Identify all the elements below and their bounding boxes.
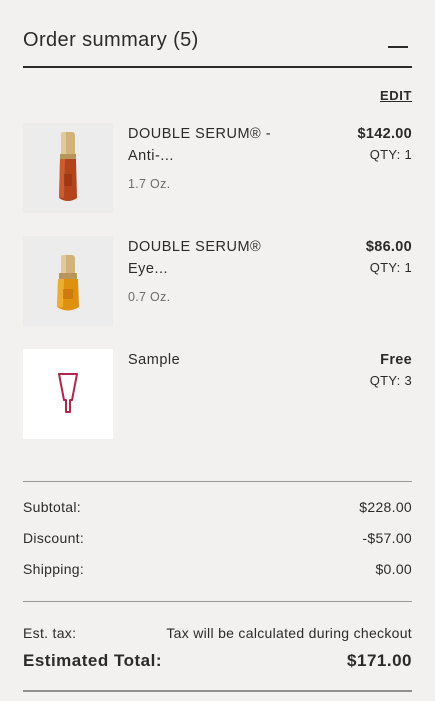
estimated-total-label: Estimated Total: — [23, 651, 162, 670]
cart-item: DOUBLE SERUM® - Anti-... 1.7 Oz. $142.00… — [23, 123, 412, 213]
divider — [23, 690, 412, 692]
tax-value: Tax will be calculated during checkout — [166, 625, 412, 641]
product-size: 1.7 Oz. — [128, 177, 171, 191]
shipping-value: $0.00 — [375, 561, 412, 577]
minus-icon — [388, 46, 408, 48]
subtotal-value: $228.00 — [359, 499, 412, 515]
eye-serum-bottle-icon — [57, 255, 79, 311]
serum-bottle-icon — [59, 132, 77, 201]
product-name[interactable]: DOUBLE SERUM® - Anti-... — [128, 123, 288, 167]
product-name[interactable]: DOUBLE SERUM® Eye... — [128, 236, 288, 280]
cart-item: Sample Free QTY: 3 — [23, 349, 412, 439]
sample-tube-icon — [58, 373, 78, 413]
product-image[interactable] — [23, 349, 113, 439]
product-qty: QTY: 1 — [369, 147, 412, 162]
edit-link[interactable]: EDIT — [380, 88, 412, 103]
product-price: $142.00 — [357, 126, 412, 142]
estimated-total-value: $171.00 — [347, 651, 412, 670]
product-size: 0.7 Oz. — [128, 290, 171, 304]
divider — [23, 481, 412, 482]
product-qty: QTY: 3 — [369, 373, 412, 388]
divider — [23, 601, 412, 602]
product-name[interactable]: Sample — [128, 349, 288, 371]
discount-label: Discount: — [23, 530, 85, 546]
product-image[interactable] — [23, 236, 113, 326]
shipping-label: Shipping: — [23, 561, 85, 577]
order-summary-header: Order summary (5) — [23, 22, 412, 68]
collapse-button[interactable] — [384, 28, 412, 54]
order-summary-title: Order summary (5) — [23, 29, 199, 51]
cart-item: DOUBLE SERUM® Eye... 0.7 Oz. $86.00 QTY:… — [23, 236, 412, 326]
tax-label: Est. tax: — [23, 625, 77, 641]
product-price: $86.00 — [365, 239, 412, 255]
product-image[interactable] — [23, 123, 113, 213]
product-qty: QTY: 1 — [369, 260, 412, 275]
discount-value: -$57.00 — [362, 530, 412, 546]
product-price: Free — [380, 352, 412, 368]
subtotal-label: Subtotal: — [23, 499, 81, 515]
